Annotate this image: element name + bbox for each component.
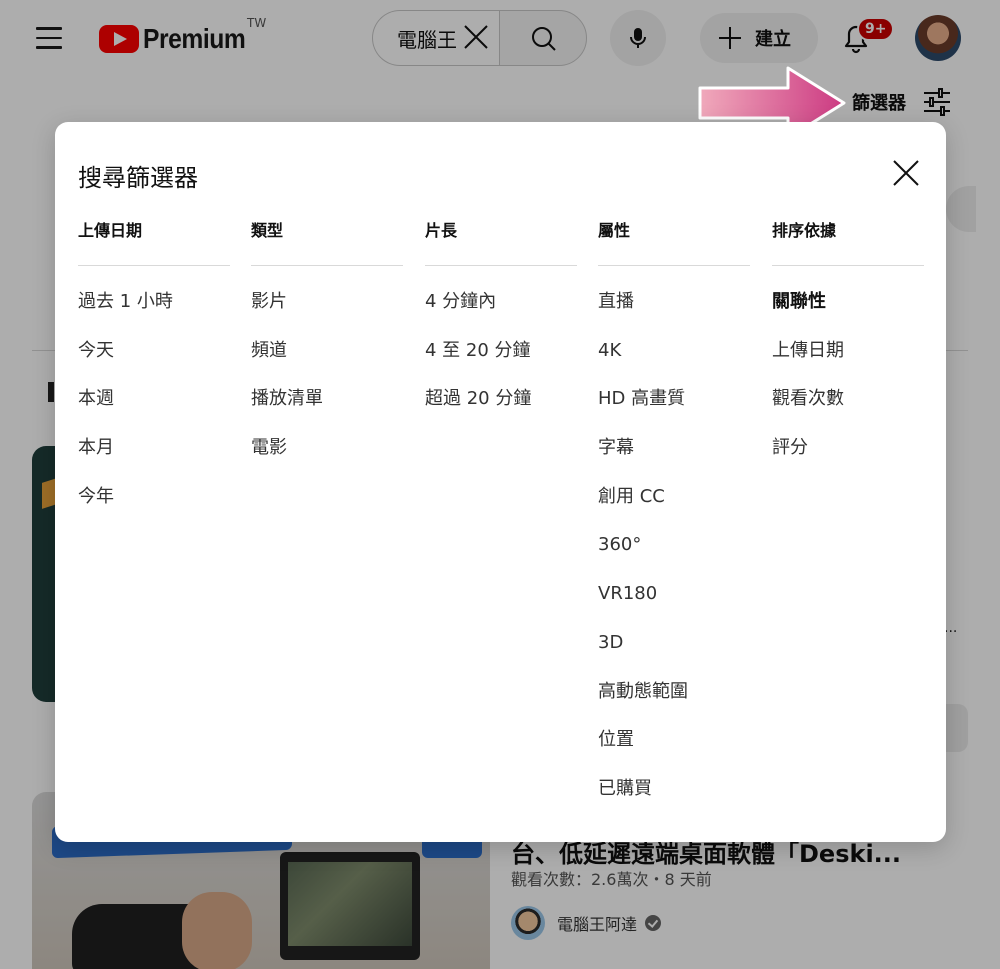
video-description-fragment [511,958,941,969]
filter-column-divider [598,265,750,266]
microphone-icon [630,28,646,48]
search-input-value: 電腦王 [397,27,457,52]
background-heading-fragment [48,382,54,402]
verified-check-icon [645,915,662,931]
youtube-premium-logo[interactable]: Premium [99,22,259,56]
filter-column-divider [772,265,924,266]
close-icon[interactable] [889,156,923,190]
filter-option[interactable]: 評分 [772,433,924,482]
filter-option[interactable]: 已購買 [598,774,750,823]
sliders-icon [924,88,950,116]
menu-icon[interactable] [36,27,64,49]
account-avatar[interactable] [915,15,961,61]
filter-column-upload-date: 上傳日期 過去 1 小時 今天 本週 本月 今年 [78,214,230,530]
filter-option[interactable]: 高動態範圍 [598,677,750,726]
channel-name: 電腦王阿達 [557,915,638,934]
filter-option[interactable]: 3D [598,628,750,677]
filter-column-divider [78,265,230,266]
filter-column-header: 片長 [425,221,458,240]
filter-column-features: 屬性 直播 4K HD 高畫質 字幕 創用 CC 360° VR180 3D 高… [598,214,750,823]
logo-text: Premium [143,23,246,54]
filter-option[interactable]: 今天 [78,336,230,385]
search-icon [532,27,556,51]
background-more-ellipsis: ... [944,620,958,636]
filters-label: 篩選器 [852,93,906,114]
filter-option[interactable]: 4 分鐘內 [425,287,577,336]
filter-option[interactable]: 過去 1 小時 [78,287,230,336]
background-chip [946,704,968,752]
filter-column-type: 類型 影片 頻道 播放清單 電影 [251,214,403,482]
filter-option[interactable]: 創用 CC [598,482,750,531]
video-meta: 觀看次數：2.6萬次・8 天前 [511,870,712,889]
filter-option[interactable]: 超過 20 分鐘 [425,384,577,433]
filter-option[interactable]: 本月 [78,433,230,482]
voice-search-button[interactable] [610,10,666,66]
search-button[interactable] [499,10,587,66]
filter-option[interactable]: 直播 [598,287,750,336]
filter-column-header: 類型 [251,221,284,240]
filter-option[interactable]: 本週 [78,384,230,433]
plus-icon [719,27,741,49]
thumbnail-tablet [280,852,420,960]
channel-avatar [511,906,545,940]
filter-column-divider [425,265,577,266]
filter-option[interactable]: 4K [598,336,750,385]
filter-option[interactable]: HD 高畫質 [598,384,750,433]
filter-column-divider [251,265,403,266]
filter-option[interactable]: 位置 [598,725,750,774]
background-chip [946,186,976,232]
filter-column-header: 排序依據 [772,221,837,240]
filter-option[interactable]: 播放清單 [251,384,403,433]
filters-button[interactable]: 篩選器 [852,86,950,118]
filter-column-duration: 片長 4 分鐘內 4 至 20 分鐘 超過 20 分鐘 [425,214,577,433]
filter-option[interactable]: VR180 [598,579,750,628]
logo-region-code: TW [247,16,267,30]
thumbnail-hand [182,892,252,969]
notification-count-badge: 9+ [857,17,895,41]
filter-option[interactable]: 頻道 [251,336,403,385]
filter-option[interactable]: 觀看次數 [772,384,924,433]
filter-option[interactable]: 4 至 20 分鐘 [425,336,577,385]
channel-link[interactable]: 電腦王阿達 [511,905,662,941]
filter-column-header: 上傳日期 [78,221,143,240]
filter-column-header: 屬性 [598,221,631,240]
filter-option[interactable]: 字幕 [598,433,750,482]
create-button-label: 建立 [755,29,791,50]
create-button[interactable]: 建立 [700,13,818,63]
dialog-title: 搜尋篩選器 [78,164,198,192]
search-filters-dialog: 搜尋篩選器 上傳日期 過去 1 小時 今天 本週 本月 今年 類型 影片 頻道 … [55,122,946,842]
filter-option[interactable]: 影片 [251,287,403,336]
clear-search-icon[interactable] [462,23,490,51]
top-bar: Premium TW 電腦王 建立 9+ [0,0,1000,80]
filter-option[interactable]: 今年 [78,482,230,531]
filter-option-selected[interactable]: 關聯性 [772,287,924,336]
thumbnail-tablet-screen [288,862,412,946]
youtube-play-icon [99,25,139,53]
filter-option[interactable]: 360° [598,530,750,579]
filter-option[interactable]: 上傳日期 [772,336,924,385]
filter-column-sort-by: 排序依據 關聯性 上傳日期 觀看次數 評分 [772,214,924,482]
filter-option[interactable]: 電影 [251,433,403,482]
